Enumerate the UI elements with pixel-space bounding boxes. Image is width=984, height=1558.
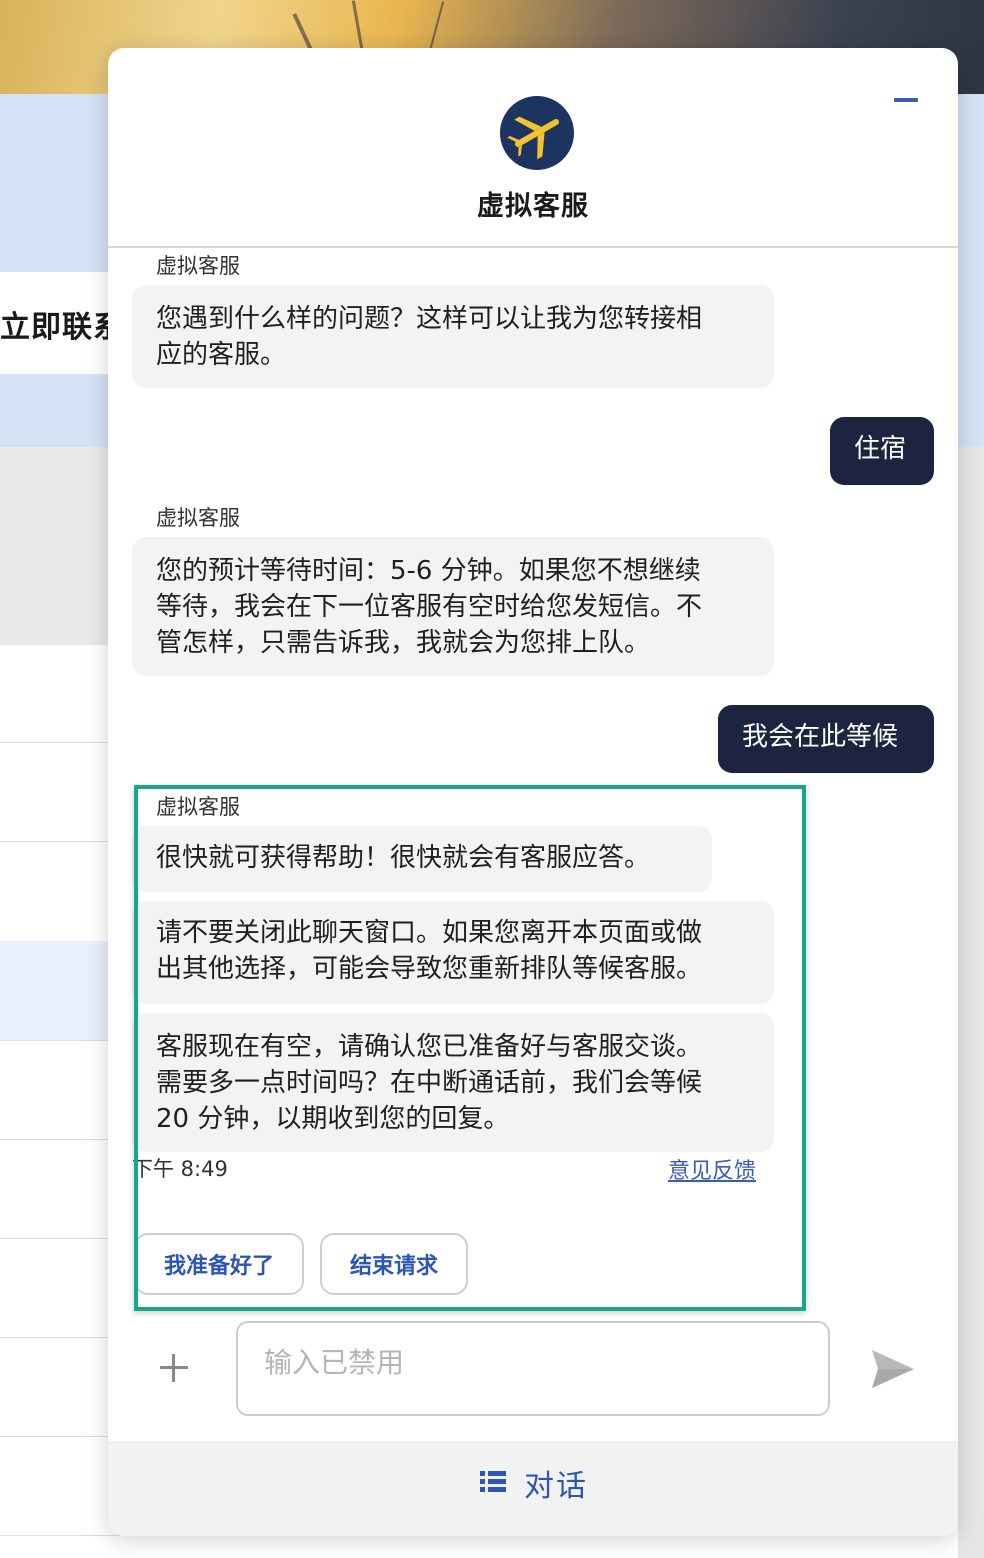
message-line: 您的预计等待时间：5-6 分钟。如果您不想继续 — [156, 556, 701, 586]
agent-message: 请不要关闭此聊天窗口。如果您离开本页面或做 出其他选择，可能会导致您重新排队等候… — [132, 901, 774, 1004]
chat-window: 虚拟客服 虚拟客服 您遇到什么样的问题？这样可以让我为您转接相 应的客服。 住宿… — [108, 48, 958, 1536]
user-message: 我会在此等候 — [718, 705, 934, 773]
message-line: 很快就可获得帮助！很快就会有客服应答。 — [156, 843, 651, 873]
ready-button[interactable]: 我准备好了 — [134, 1233, 304, 1295]
agent-message: 很快就可获得帮助！很快就会有客服应答。 — [132, 826, 712, 892]
minimize-icon[interactable] — [894, 98, 918, 102]
agent-message: 您遇到什么样的问题？这样可以让我为您转接相 应的客服。 — [132, 285, 774, 388]
message-line: 请不要关闭此聊天窗口。如果您离开本页面或做 — [156, 918, 703, 948]
message-line: 您遇到什么样的问题？这样可以让我为您转接相 — [156, 304, 703, 334]
message-input[interactable]: 输入已禁用 — [236, 1321, 830, 1416]
sender-label: 虚拟客服 — [156, 254, 240, 278]
sender-label: 虚拟客服 — [156, 795, 240, 819]
airplane-logo-icon — [500, 96, 574, 170]
chat-title: 虚拟客服 — [477, 191, 589, 222]
tab-label: 对话 — [524, 1469, 588, 1504]
chat-header: 虚拟客服 — [108, 48, 958, 248]
sender-label: 虚拟客服 — [156, 506, 240, 530]
contact-heading: 立即联系 — [0, 310, 124, 345]
plus-icon[interactable] — [156, 1350, 192, 1386]
message-line: 等待，我会在下一位客服有空时给您发短信。不 — [156, 592, 703, 622]
list-icon — [480, 1470, 506, 1496]
message-line: 需要多一点时间吗？在中断通话前，我们会等候 — [156, 1068, 703, 1098]
message-line: 客服现在有空，请确认您已准备好与客服交谈。 — [156, 1032, 703, 1062]
agent-message: 您的预计等待时间：5-6 分钟。如果您不想继续 等待，我会在下一位客服有空时给您… — [132, 537, 774, 676]
agent-message: 客服现在有空，请确认您已准备好与客服交谈。 需要多一点时间吗？在中断通话前，我们… — [132, 1013, 774, 1152]
chat-footer: 对话 — [108, 1441, 958, 1536]
tab-conversation[interactable]: 对话 — [480, 1463, 588, 1504]
message-line: 管怎样，只需告诉我，我就会为您排上队。 — [156, 628, 651, 658]
message-line: 应的客服。 — [156, 340, 287, 370]
message-line: 20 分钟，以期收到您的回复。 — [156, 1104, 510, 1134]
feedback-link[interactable]: 意见反馈 — [668, 1153, 756, 1185]
page-right-edge — [958, 447, 984, 1558]
end-request-button[interactable]: 结束请求 — [320, 1233, 468, 1295]
user-message: 住宿 — [830, 417, 934, 485]
send-icon[interactable] — [870, 1348, 916, 1390]
message-line: 出其他选择，可能会导致您重新排队等候客服。 — [156, 954, 703, 984]
message-timestamp: 下午 8:49 — [132, 1157, 228, 1181]
